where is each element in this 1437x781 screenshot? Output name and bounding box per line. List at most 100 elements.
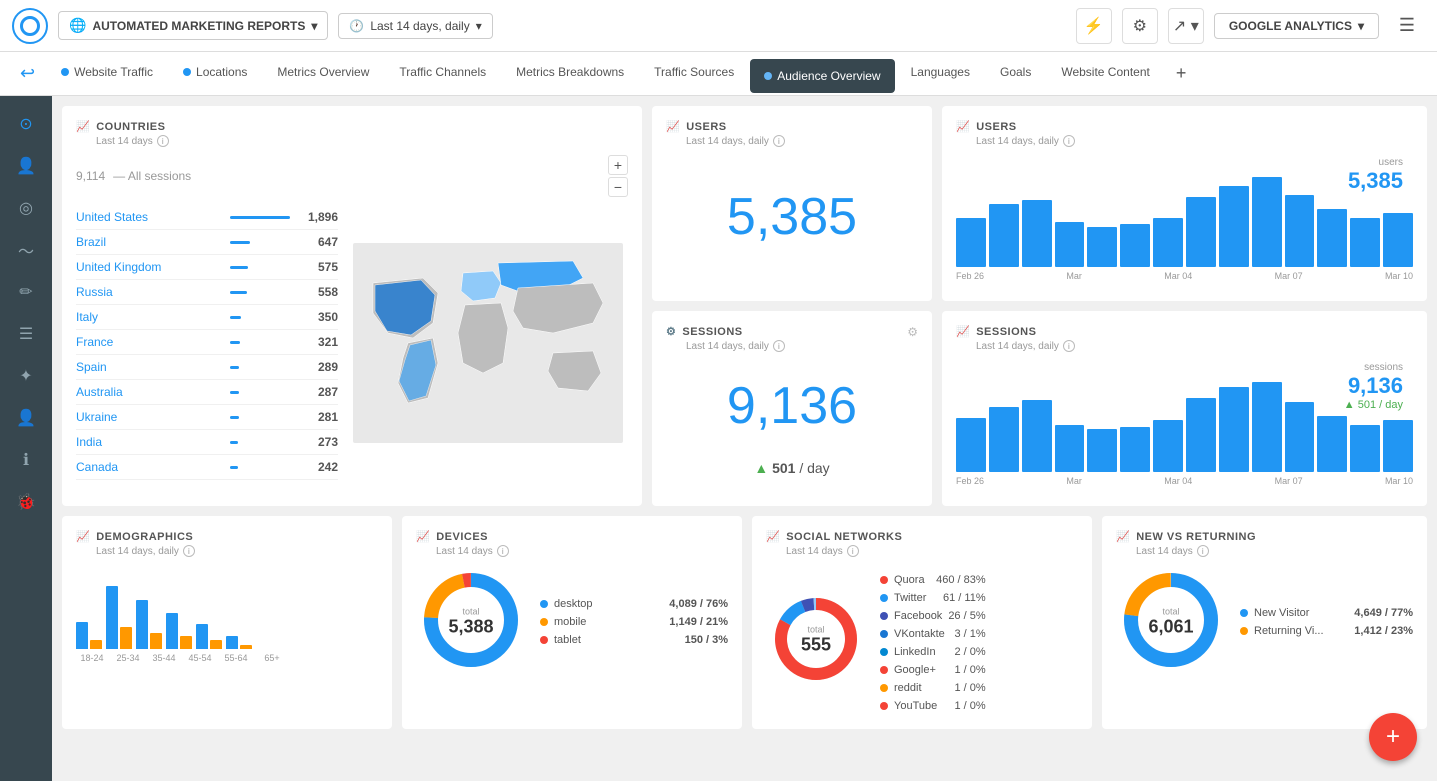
tab-website-traffic[interactable]: Website Traffic bbox=[47, 52, 167, 96]
social-dot bbox=[880, 648, 888, 656]
zoom-in-btn[interactable]: + bbox=[608, 155, 628, 175]
chart-bar bbox=[1383, 420, 1413, 472]
users-subtitle: Last 14 days, daily i bbox=[686, 135, 918, 147]
info-icon: i bbox=[847, 545, 859, 557]
nvr-card: 📈 NEW VS RETURNING Last 14 days i bbox=[1102, 516, 1427, 729]
app-layout: ⊙ 👤 ◎ 〜 ✏ ☰ ✦ 👤 ℹ 🐞 📈 COUNTRIES Last 14 … bbox=[0, 96, 1437, 781]
info-icon: i bbox=[1063, 340, 1075, 352]
country-name[interactable]: Brazil bbox=[76, 235, 222, 249]
fab-btn[interactable]: + bbox=[1369, 713, 1417, 761]
logo-inner bbox=[20, 16, 40, 36]
sidebar-icon-home[interactable]: ⊙ bbox=[8, 106, 44, 142]
chart-bar bbox=[1285, 402, 1315, 472]
sidebar-icon-list[interactable]: ☰ bbox=[8, 316, 44, 352]
demo-bar-orange bbox=[210, 640, 222, 649]
sessions-title: ⚙ SESSIONS bbox=[666, 325, 785, 338]
social-donut-label: total 555 bbox=[801, 625, 831, 656]
chart-bar bbox=[1087, 429, 1117, 472]
country-name[interactable]: France bbox=[76, 335, 222, 349]
social-row: reddit 1 / 0% bbox=[880, 679, 986, 697]
chart-bar bbox=[1153, 420, 1183, 472]
country-name[interactable]: Spain bbox=[76, 360, 222, 374]
sidebar-icon-star[interactable]: ✦ bbox=[8, 358, 44, 394]
report-selector[interactable]: 🌐 AUTOMATED MARKETING REPORTS ▾ bbox=[58, 11, 328, 40]
social-list: Quora 460 / 83% Twitter 61 / 11% Faceboo… bbox=[880, 571, 986, 715]
country-name[interactable]: Russia bbox=[76, 285, 222, 299]
tab-label: Traffic Sources bbox=[654, 65, 734, 79]
countries-list: United States 1,896 Brazil 647 United Ki… bbox=[76, 205, 338, 480]
country-bar bbox=[230, 466, 238, 469]
legend-val: 4,089 / 76% bbox=[669, 598, 728, 610]
chart-bar bbox=[956, 218, 986, 268]
world-map bbox=[353, 243, 623, 443]
sidebar-icon-bug[interactable]: 🐞 bbox=[8, 484, 44, 520]
sidebar-icon-user[interactable]: 👤 bbox=[8, 148, 44, 184]
topbar: 🌐 AUTOMATED MARKETING REPORTS ▾ 🕐 Last 1… bbox=[0, 0, 1437, 52]
chart-bar bbox=[1022, 200, 1052, 268]
sidebar-icon-info[interactable]: ℹ bbox=[8, 442, 44, 478]
ga-selector[interactable]: GOOGLE ANALYTICS ▾ bbox=[1214, 13, 1379, 39]
users-chart-card: 📈 USERS Last 14 days, daily i users 5,38… bbox=[942, 106, 1427, 301]
country-bar-wrap bbox=[230, 366, 290, 369]
lightning-btn[interactable]: ⚡ bbox=[1076, 8, 1112, 44]
country-name[interactable]: India bbox=[76, 435, 222, 449]
tab-metrics-overview[interactable]: Metrics Overview bbox=[263, 52, 383, 96]
trend-icon: 📈 bbox=[76, 120, 90, 133]
social-dot bbox=[880, 702, 888, 710]
country-bar bbox=[230, 266, 248, 269]
add-tab-btn[interactable]: + bbox=[1166, 63, 1197, 84]
devices-title: 📈 DEVICES bbox=[416, 530, 728, 543]
sidebar-icon-wave[interactable]: 〜 bbox=[8, 232, 44, 268]
country-name[interactable]: Canada bbox=[76, 460, 222, 474]
menu-btn[interactable]: ☰ bbox=[1389, 8, 1425, 44]
chart-bar bbox=[1252, 177, 1282, 267]
social-val: 1 / 0% bbox=[954, 664, 985, 676]
country-name[interactable]: Ukraine bbox=[76, 410, 222, 424]
info-icon: i bbox=[773, 135, 785, 147]
date-selector[interactable]: 🕐 Last 14 days, daily ▾ bbox=[338, 13, 492, 39]
settings-btn[interactable]: ⚙ bbox=[1122, 8, 1158, 44]
country-name[interactable]: United Kingdom bbox=[76, 260, 222, 274]
report-dropdown-icon: ▾ bbox=[311, 19, 317, 33]
tab-audience-overview[interactable]: Audience Overview bbox=[750, 59, 894, 93]
demo-bar-blue bbox=[196, 624, 208, 649]
tab-website-content[interactable]: Website Content bbox=[1047, 52, 1164, 96]
legend-dot bbox=[540, 600, 548, 608]
country-name[interactable]: Australia bbox=[76, 385, 222, 399]
sidebar-icon-circle[interactable]: ◎ bbox=[8, 190, 44, 226]
social-name: LinkedIn bbox=[894, 646, 948, 658]
country-count: 350 bbox=[298, 310, 338, 324]
tab-traffic-channels[interactable]: Traffic Channels bbox=[385, 52, 500, 96]
legend-val: 1,412 / 23% bbox=[1354, 625, 1413, 637]
up-arrow: ▲ bbox=[754, 460, 768, 476]
social-name: Quora bbox=[894, 574, 930, 586]
social-row: Quora 460 / 83% bbox=[880, 571, 986, 589]
tab-goals[interactable]: Goals bbox=[986, 52, 1045, 96]
nav-back-btn[interactable]: ↩ bbox=[10, 63, 45, 84]
countries-card: 📈 COUNTRIES Last 14 days i 9,114 — All s… bbox=[62, 106, 642, 506]
social-dot bbox=[880, 684, 888, 692]
map-container bbox=[348, 205, 628, 480]
users-chart-value: users 5,385 bbox=[1348, 157, 1403, 194]
countries-title: 📈 COUNTRIES bbox=[76, 120, 628, 133]
mid-col: 📈 USERS Last 14 days, daily i 5,385 ⚙ bbox=[652, 106, 932, 506]
country-name[interactable]: Italy bbox=[76, 310, 222, 324]
trend-icon: 📈 bbox=[666, 120, 680, 133]
sidebar-icon-person[interactable]: 👤 bbox=[8, 400, 44, 436]
sidebar-icon-edit[interactable]: ✏ bbox=[8, 274, 44, 310]
clock-icon: 🕐 bbox=[349, 19, 364, 33]
chart-bar bbox=[1317, 209, 1347, 268]
devices-subtitle: Last 14 days i bbox=[436, 545, 728, 557]
sessions-settings-icon[interactable]: ⚙ bbox=[907, 325, 918, 339]
zoom-out-btn[interactable]: − bbox=[608, 177, 628, 197]
devices-donut-section: total 5,388 desktop 4,089 / 76% mobile 1… bbox=[416, 565, 728, 678]
share-btn[interactable]: ↗ ▾ bbox=[1168, 8, 1204, 44]
tab-metrics-breakdowns[interactable]: Metrics Breakdowns bbox=[502, 52, 638, 96]
tab-traffic-sources[interactable]: Traffic Sources bbox=[640, 52, 748, 96]
country-name[interactable]: United States bbox=[76, 210, 222, 224]
tab-locations[interactable]: Locations bbox=[169, 52, 261, 96]
logo[interactable] bbox=[12, 8, 48, 44]
tab-languages[interactable]: Languages bbox=[897, 52, 984, 96]
social-donut: total 555 bbox=[766, 589, 866, 692]
sidebar: ⊙ 👤 ◎ 〜 ✏ ☰ ✦ 👤 ℹ 🐞 bbox=[0, 96, 52, 781]
